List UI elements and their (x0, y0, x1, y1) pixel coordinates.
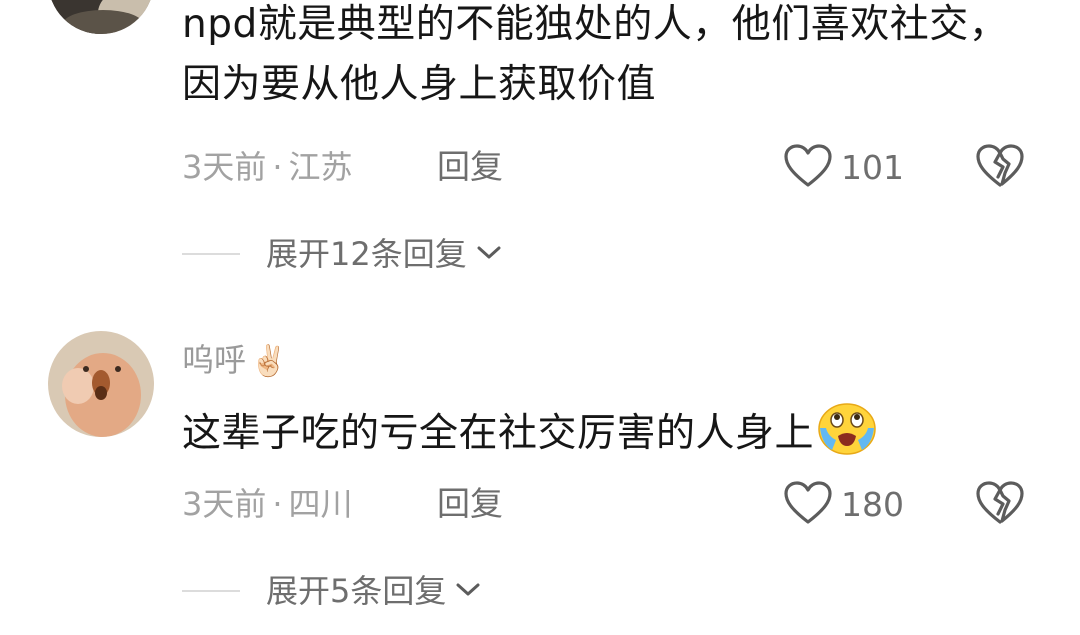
comment-meta: 3天前 · 四川 (182, 488, 353, 520)
expand-replies-label: 展开5条回复 (266, 572, 447, 610)
chevron-down-icon (454, 581, 482, 602)
reply-button[interactable]: 回复 (437, 150, 503, 183)
expand-replies-label: 展开12条回复 (266, 235, 467, 273)
meta-separator: · (272, 148, 283, 186)
divider-line (182, 253, 240, 255)
comment-time: 3天前 (182, 148, 267, 186)
divider-line (182, 590, 240, 592)
like-button[interactable]: 180 (783, 480, 904, 529)
broken-heart-icon (976, 144, 1024, 187)
expand-replies-button[interactable]: 展开12条回复 (182, 238, 503, 270)
comment-location: 江苏 (288, 148, 353, 186)
username[interactable]: 呜呼 ✌🏻 (182, 344, 287, 377)
like-count: 180 (841, 485, 904, 524)
comment-text: 这辈子吃的亏全在社交厉害的人身上 (182, 400, 1032, 474)
expand-replies-button[interactable]: 展开5条回复 (182, 575, 482, 607)
dislike-button[interactable] (975, 480, 1025, 530)
heart-outline-icon (783, 480, 833, 529)
comment-location: 四川 (288, 485, 353, 523)
crying-face-emoji (816, 400, 878, 474)
like-count: 101 (841, 148, 904, 187)
broken-heart-icon (976, 481, 1024, 524)
heart-outline-icon (783, 143, 833, 192)
dislike-button[interactable] (975, 143, 1025, 193)
comment-text: npd就是典型的不能独处的人，他们喜欢社交，因为要从他人身上获取价值 (182, 2, 1009, 107)
meta-separator: · (272, 485, 283, 523)
avatar[interactable] (48, 0, 154, 34)
comment-text-body: 这辈子吃的亏全在社交厉害的人身上 (182, 411, 815, 456)
reply-button[interactable]: 回复 (437, 487, 503, 520)
chevron-down-icon (475, 244, 503, 265)
comment-time: 3天前 (182, 485, 267, 523)
like-button[interactable]: 101 (783, 143, 904, 192)
username-text: 呜呼 (182, 341, 247, 379)
victory-hand-emoji: ✌🏻 (250, 344, 288, 379)
comment-list: npd就是典型的不能独处的人，他们喜欢社交，因为要从他人身上获取价值 3天前 · 江… (0, 0, 1080, 635)
comment-meta: 3天前 · 江苏 (182, 151, 353, 183)
avatar[interactable] (48, 331, 154, 437)
